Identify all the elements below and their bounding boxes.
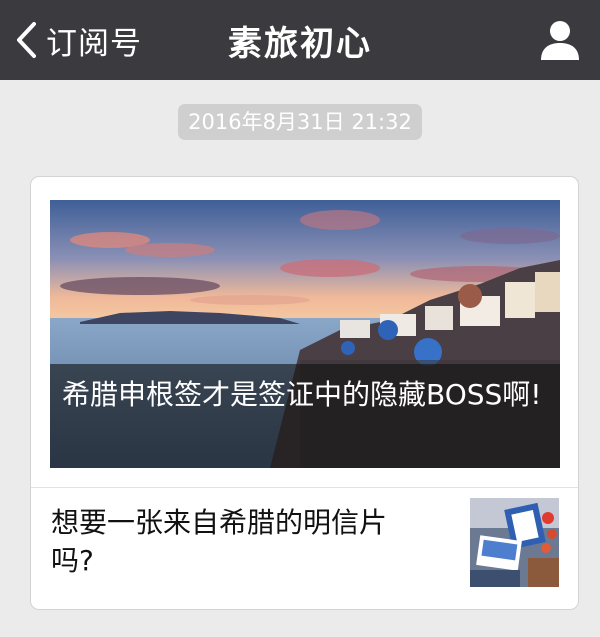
- cover-title: 希腊申根签才是签证中的隐藏BOSS啊!: [50, 364, 560, 468]
- page-title: 素旅初心: [228, 23, 372, 64]
- cover-article[interactable]: 希腊申根签才是签证中的隐藏BOSS啊!: [50, 200, 560, 468]
- sub-article-thumbnail: [470, 498, 559, 587]
- sub-article-title: 想要一张来自希腊的明信片吗?: [51, 506, 388, 577]
- sub-article[interactable]: 想要一张来自希腊的明信片吗?: [31, 488, 578, 609]
- message-timestamp: 2016年8月31日 21:32: [178, 104, 422, 140]
- person-icon: [541, 21, 579, 60]
- postcard-thumbnail-image: [470, 498, 559, 587]
- timestamp-row: 2016年8月31日 21:32: [0, 104, 600, 140]
- profile-button[interactable]: [538, 18, 582, 62]
- article-card: 希腊申根签才是签证中的隐藏BOSS啊! 想要一张来自希腊的明信片吗?: [30, 176, 579, 610]
- navbar: 订阅号 素旅初心: [0, 0, 600, 80]
